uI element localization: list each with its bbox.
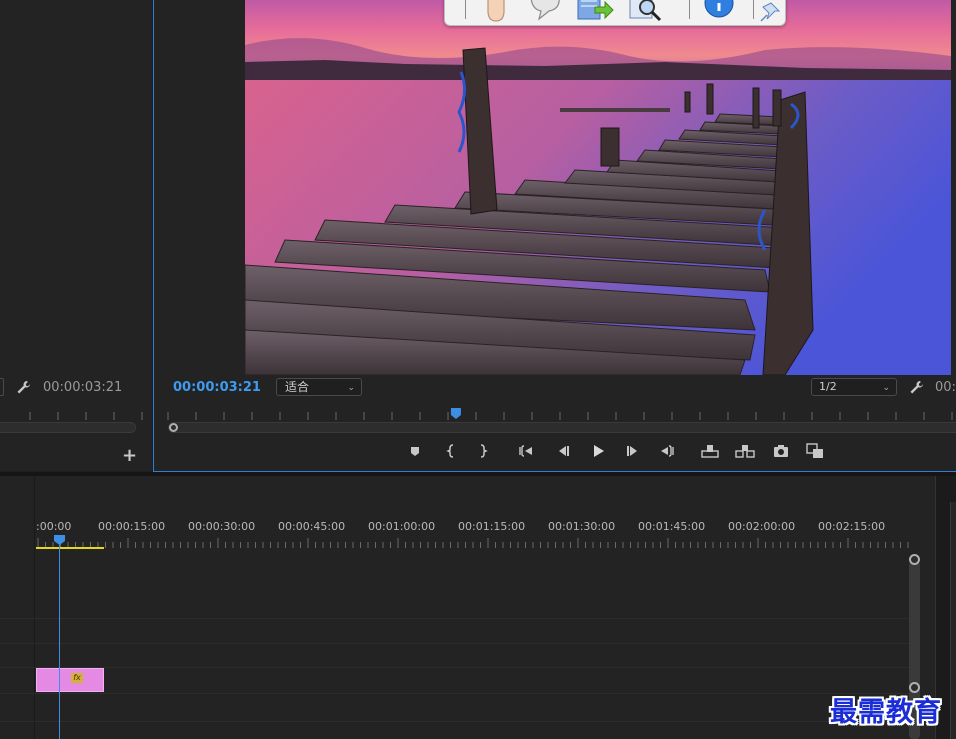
- zoom-level-value: 适合: [285, 380, 310, 394]
- export-icon[interactable]: [575, 0, 615, 23]
- pin-icon[interactable]: [757, 0, 783, 23]
- program-monitor-panel: 00:00:03:21 适合 ⌄ 1/2 ⌄ 00:0: [153, 0, 956, 472]
- duration-timecode: 00:0: [935, 380, 956, 395]
- time-label: 00:01:15:00: [458, 520, 526, 533]
- floating-toolbar: [444, 0, 786, 26]
- chevron-down-icon: ⌄: [347, 383, 355, 393]
- source-monitor-panel: 00:00:03:21 +: [0, 0, 152, 471]
- time-label: 00:01:00:00: [368, 520, 436, 533]
- time-label: 00:00:15:00: [98, 520, 166, 533]
- go-to-out-icon[interactable]: [656, 440, 678, 462]
- source-scrollbar[interactable]: [0, 422, 136, 433]
- compare-icon[interactable]: [804, 440, 826, 462]
- time-label: 00:02:15:00: [818, 520, 886, 533]
- source-timecode[interactable]: 00:00:03:21: [43, 380, 122, 395]
- add-button[interactable]: +: [122, 445, 137, 466]
- toolbar-separator: [465, 0, 466, 19]
- wrench-icon[interactable]: [16, 380, 32, 394]
- zoom-level-select[interactable]: 适合 ⌄: [276, 378, 362, 396]
- adjacent-panel-content: [950, 502, 956, 739]
- fx-badge[interactable]: fx: [71, 673, 83, 683]
- lift-icon[interactable]: [699, 440, 721, 462]
- extract-icon[interactable]: [734, 440, 756, 462]
- time-label: 00:01:45:00: [638, 520, 706, 533]
- track-divider: [0, 643, 910, 644]
- work-area-bar[interactable]: [36, 547, 104, 549]
- camera-icon[interactable]: [770, 440, 792, 462]
- timeline-time-labels: :00:00 00:00:15:00 00:00:30:00 00:00:45:00 0…: [36, 520, 916, 534]
- resolution-value: 1/2: [819, 380, 837, 393]
- time-label: 00:01:30:00: [548, 520, 616, 533]
- watermark-logo: 最需教育: [830, 697, 942, 728]
- source-time-ruler[interactable]: [0, 408, 150, 420]
- track-divider: [0, 721, 910, 722]
- time-label: 00:00:30:00: [188, 520, 256, 533]
- source-dropdown-edge[interactable]: [0, 378, 4, 396]
- video-preview[interactable]: [245, 0, 951, 375]
- hand-icon[interactable]: [481, 0, 511, 23]
- video-clip[interactable]: fx: [36, 668, 104, 692]
- go-to-in-icon[interactable]: [515, 440, 537, 462]
- time-label: 00:02:00:00: [728, 520, 796, 533]
- scrollbar-handle[interactable]: [169, 423, 178, 432]
- time-label: :00:00: [36, 520, 72, 533]
- program-time-ruler[interactable]: [166, 406, 956, 420]
- track-divider: [0, 618, 910, 619]
- timeline-ruler[interactable]: [36, 538, 912, 548]
- scrollbar-handle[interactable]: [909, 554, 920, 565]
- track-headers[interactable]: [0, 476, 35, 739]
- toolbar-separator: [753, 0, 754, 19]
- step-forward-icon[interactable]: [622, 440, 644, 462]
- program-playhead-handle: [450, 408, 461, 419]
- zoom-icon[interactable]: [627, 0, 665, 23]
- playhead-line: [59, 545, 60, 739]
- mark-out-icon[interactable]: [472, 440, 494, 462]
- playback-resolution-select[interactable]: 1/2 ⌄: [811, 378, 897, 396]
- step-back-icon[interactable]: [552, 440, 574, 462]
- timeline-panel: :00:00 00:00:15:00 00:00:30:00 00:00:45:00 0…: [0, 476, 935, 739]
- wrench-icon[interactable]: [909, 380, 925, 394]
- toolbar-separator: [689, 0, 690, 19]
- playhead-handle[interactable]: [54, 535, 65, 545]
- play-icon[interactable]: [587, 440, 609, 462]
- program-zoom-scrollbar[interactable]: [168, 422, 956, 433]
- playhead-timecode[interactable]: 00:00:03:21: [173, 380, 261, 395]
- chevron-down-icon: ⌄: [882, 383, 890, 393]
- track-divider: [0, 667, 910, 668]
- pier-sunset-image: [245, 0, 951, 375]
- info-icon[interactable]: [703, 0, 735, 23]
- mark-in-icon[interactable]: [440, 440, 462, 462]
- track-divider: [0, 693, 910, 694]
- comment-icon[interactable]: [527, 0, 563, 23]
- marker-icon[interactable]: [404, 440, 426, 462]
- time-label: 00:00:45:00: [278, 520, 346, 533]
